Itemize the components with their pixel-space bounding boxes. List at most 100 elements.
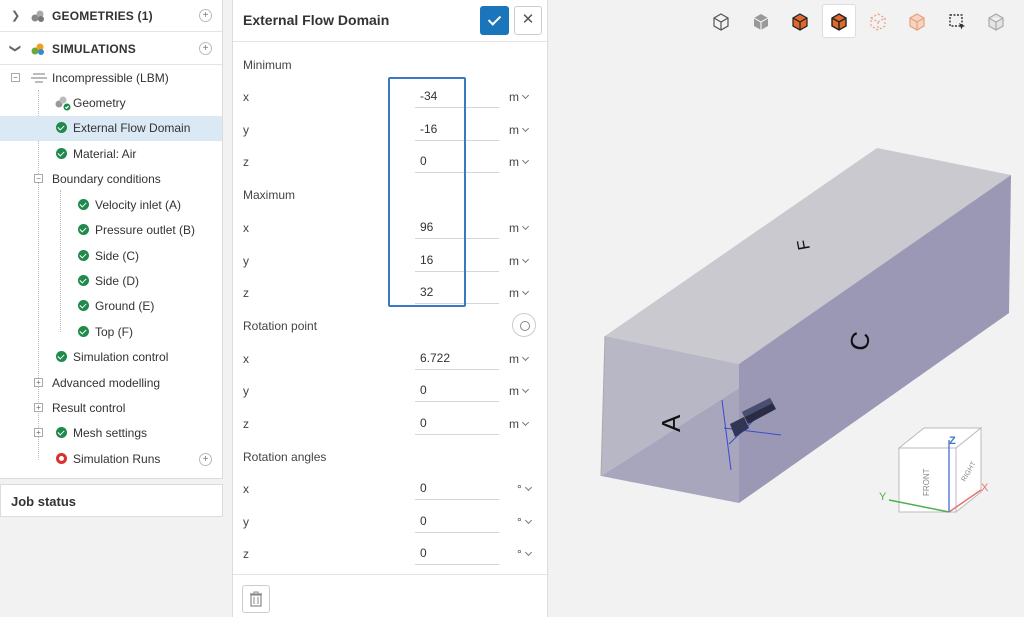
job-status-panel[interactable]: Job status [0, 484, 223, 517]
max-z-unit-select[interactable]: m [509, 286, 530, 300]
tree-item-material[interactable]: Material: Air [0, 142, 222, 167]
rot-point-y-unit-select[interactable]: m [509, 384, 530, 398]
triad-x-label: X [981, 482, 989, 494]
check-icon [78, 250, 89, 261]
unit-label: m [509, 221, 519, 235]
chevron-right-icon[interactable]: ❯ [11, 9, 20, 22]
rot-angle-y-input[interactable] [415, 509, 499, 533]
rot-point-z-unit-select[interactable]: m [509, 417, 530, 431]
chevron-down-icon [521, 156, 530, 165]
confirm-button[interactable] [480, 6, 509, 35]
triad-y-label: Y [879, 491, 887, 503]
unit-label: m [509, 286, 519, 300]
min-x-label: x [243, 90, 249, 104]
chevron-down-icon[interactable]: ❯ [9, 44, 22, 53]
unit-label: m [509, 254, 519, 268]
max-z-input[interactable] [415, 280, 499, 304]
tree-item-label: Side (D) [95, 274, 140, 288]
unit-label: m [509, 384, 519, 398]
tree-item-ground[interactable]: Ground (E) [0, 294, 222, 319]
tree-item-mesh-settings[interactable]: + Mesh settings [0, 421, 222, 446]
rot-point-x-input[interactable] [415, 346, 499, 370]
add-run-button[interactable]: + [199, 453, 212, 466]
max-x-label: x [243, 221, 249, 235]
tree-item-simulation-control[interactable]: Simulation control [0, 345, 222, 370]
tree-item-incompressible[interactable]: − Incompressible (LBM) [0, 66, 222, 91]
rot-angle-y-unit-select[interactable]: ° [517, 515, 532, 529]
chevron-down-icon [521, 124, 530, 133]
rot-angle-x-unit-select[interactable]: ° [517, 482, 532, 496]
tree-item-label: Top (F) [95, 325, 134, 339]
unit-label: ° [517, 515, 522, 529]
add-simulation-button[interactable]: + [199, 42, 212, 55]
check-icon [78, 326, 89, 337]
rot-point-z-input[interactable] [415, 411, 499, 435]
rot-point-z-label: z [243, 417, 249, 431]
unit-label: ° [517, 547, 522, 561]
max-y-unit-select[interactable]: m [509, 254, 530, 268]
pick-point-button[interactable] [512, 313, 536, 337]
geometries-header[interactable]: ❯ GEOMETRIES (1) + [0, 0, 223, 32]
min-x-unit-select[interactable]: m [509, 90, 530, 104]
tree-item-label: Pressure outlet (B) [95, 223, 196, 237]
min-y-unit-select[interactable]: m [509, 123, 530, 137]
tree-item-label: Result control [52, 401, 126, 415]
rot-angle-x-label: x [243, 482, 249, 496]
tree-item-side-c[interactable]: Side (C) [0, 244, 222, 269]
add-geometry-button[interactable]: + [199, 9, 212, 22]
tree-item-boundary-conditions[interactable]: − Boundary conditions [0, 167, 222, 192]
close-button[interactable]: ✕ [514, 6, 542, 35]
collapse-icon[interactable]: − [34, 174, 43, 183]
unit-label: ° [517, 482, 522, 496]
simulations-header[interactable]: ❯ SIMULATIONS + [0, 33, 223, 65]
rot-angle-z-unit-select[interactable]: ° [517, 547, 532, 561]
rot-angle-x-input[interactable] [415, 476, 499, 500]
min-z-label: z [243, 155, 249, 169]
check-icon [56, 122, 67, 133]
rot-point-x-unit-select[interactable]: m [509, 352, 530, 366]
check-icon [78, 300, 89, 311]
rotation-point-heading: Rotation point [243, 319, 318, 333]
tree-item-result-control[interactable]: + Result control [0, 396, 222, 421]
tree-item-external-flow-domain[interactable]: External Flow Domain [0, 116, 222, 141]
expand-icon[interactable]: + [34, 378, 43, 387]
tree-item-label: Boundary conditions [52, 172, 161, 186]
min-z-input[interactable] [415, 149, 499, 173]
expand-icon[interactable]: + [34, 428, 43, 437]
maximum-heading: Maximum [243, 188, 296, 202]
simulations-label: SIMULATIONS [52, 41, 136, 56]
check-icon [56, 148, 67, 159]
highlight-box [388, 77, 466, 307]
max-x-input[interactable] [415, 215, 499, 239]
list-icon [31, 73, 47, 83]
tree-item-label: External Flow Domain [73, 121, 191, 135]
tree-item-label: Material: Air [73, 147, 137, 161]
min-y-input[interactable] [415, 117, 499, 141]
tree-item-velocity-inlet[interactable]: Velocity inlet (A) [0, 193, 222, 218]
3d-viewport[interactable]: A C F Z FRONT RIGHT Y X [549, 0, 1024, 617]
tree-item-pressure-outlet[interactable]: Pressure outlet (B) [0, 218, 222, 243]
rot-angle-z-input[interactable] [415, 541, 499, 565]
collapse-icon[interactable]: − [11, 73, 20, 82]
tree-item-simulation-runs[interactable]: Simulation Runs + [0, 447, 222, 472]
geometries-label: GEOMETRIES (1) [52, 8, 153, 23]
tree-item-side-d[interactable]: Side (D) [0, 269, 222, 294]
tree-item-geometry[interactable]: Geometry [0, 91, 222, 116]
min-z-unit-select[interactable]: m [509, 155, 530, 169]
view-cube[interactable]: Z FRONT RIGHT [897, 426, 983, 514]
trash-icon [250, 591, 262, 607]
geometry-icon [31, 10, 44, 22]
max-y-input[interactable] [415, 248, 499, 272]
chevron-down-icon [524, 548, 532, 557]
rot-point-y-label: y [243, 384, 249, 398]
tree-item-top[interactable]: Top (F) [0, 320, 222, 345]
rot-point-y-input[interactable] [415, 378, 499, 402]
unit-label: m [509, 123, 519, 137]
max-x-unit-select[interactable]: m [509, 221, 530, 235]
delete-button[interactable] [242, 585, 270, 613]
inlet-face-label: A [656, 414, 686, 432]
tree-item-advanced-modelling[interactable]: + Advanced modelling [0, 371, 222, 396]
min-x-input[interactable] [415, 84, 499, 108]
check-icon [78, 224, 89, 235]
expand-icon[interactable]: + [34, 403, 43, 412]
